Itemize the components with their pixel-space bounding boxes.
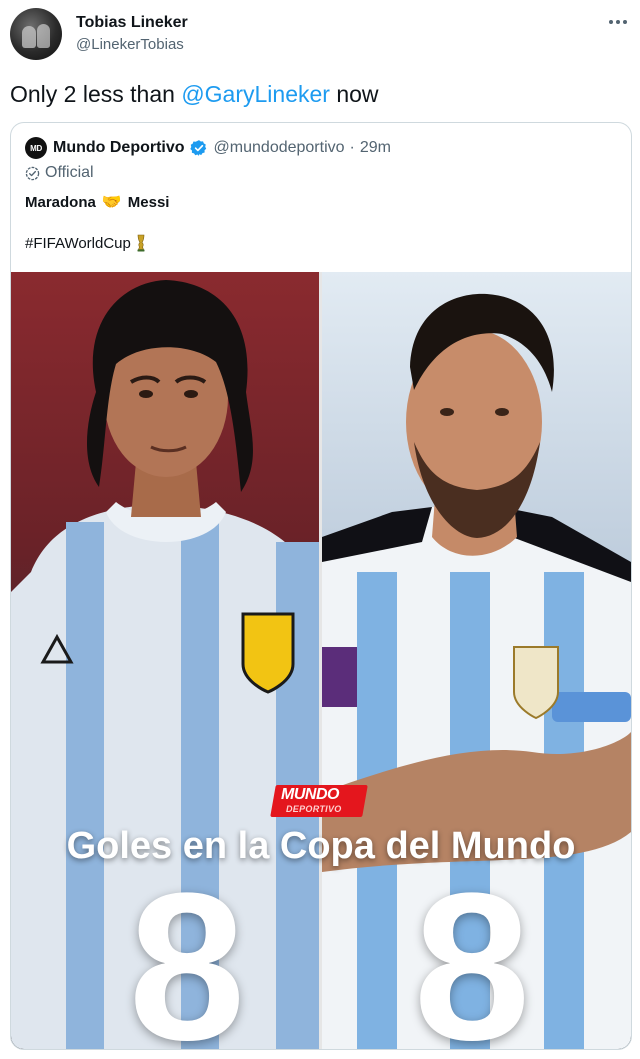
official-label-icon <box>25 166 40 180</box>
author-display-name[interactable]: Tobias Lineker <box>76 14 188 32</box>
official-label-text: Official <box>45 164 94 181</box>
avatar[interactable] <box>10 8 62 60</box>
mundo-deportivo-avatar[interactable]: MD <box>25 137 47 159</box>
tweet-text: Only 2 less than @GaryLineker now <box>10 80 379 108</box>
brand-text-mundo: MUNDO <box>281 786 339 803</box>
quoted-text-line: Maradona 🤝 Messi <box>25 192 169 212</box>
messi-goals-score: 8 <box>413 849 531 1050</box>
hashtag-line: #FIFAWorldCup <box>25 234 147 252</box>
more-horizontal-icon[interactable] <box>606 14 630 30</box>
quoted-tweet-header: MD Mundo Deportivo @mundodeportivo · 29m <box>25 137 391 159</box>
avatar-figure-left <box>22 26 36 48</box>
hashtag-link[interactable]: #FIFAWorldCup <box>25 235 131 252</box>
quoted-author-name[interactable]: Mundo Deportivo <box>53 139 185 157</box>
avatar-logo-text: MD <box>30 143 42 153</box>
author-handle[interactable]: @LinekerTobias <box>76 36 184 53</box>
maradona-text: Maradona <box>25 193 96 211</box>
quoted-timestamp[interactable]: 29m <box>360 139 391 157</box>
official-label: Official <box>25 164 94 182</box>
messi-text: Messi <box>127 193 170 211</box>
maradona-goals-score: 8 <box>128 849 246 1050</box>
mention-link[interactable]: @GaryLineker <box>181 81 330 107</box>
quoted-author-handle[interactable]: @mundodeportivo <box>214 139 345 157</box>
handshake-icon: 🤝 <box>101 194 122 211</box>
tweet-text-before: Only 2 less than <box>10 81 182 107</box>
separator-dot: · <box>349 139 355 156</box>
avatar-figure-right <box>37 24 50 48</box>
quoted-media-image[interactable]: MUNDO DEPORTIVO Goles en la Copa del Mun… <box>11 272 631 1049</box>
tweet-header: Tobias Lineker @LinekerTobias <box>10 6 630 62</box>
verified-badge-icon <box>189 140 206 156</box>
quoted-tweet-card[interactable]: MD Mundo Deportivo @mundodeportivo · 29m… <box>10 122 632 1050</box>
brand-text-deportivo: DEPORTIVO <box>286 804 342 814</box>
trophy-icon <box>137 234 145 252</box>
tweet-text-after: now <box>329 81 379 107</box>
